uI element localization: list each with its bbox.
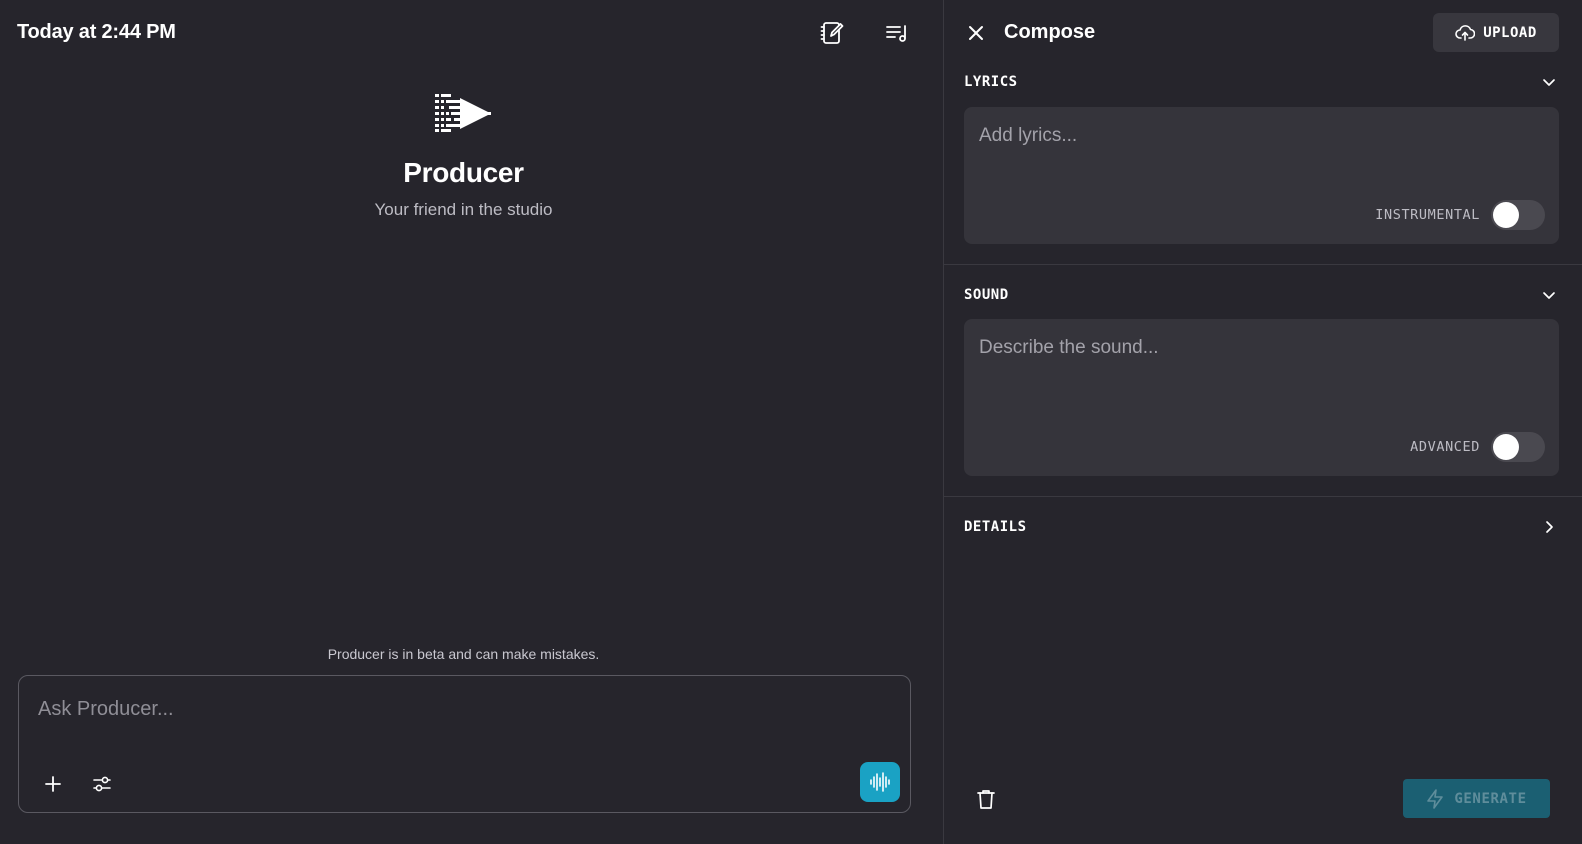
upload-label: UPLOAD bbox=[1483, 24, 1537, 41]
generate-label: GENERATE bbox=[1454, 790, 1527, 807]
beta-disclaimer: Producer is in beta and can make mistake… bbox=[327, 646, 600, 662]
close-compose-button[interactable] bbox=[960, 17, 992, 49]
advanced-label: ADVANCED bbox=[1410, 439, 1480, 455]
toggle-knob bbox=[1493, 434, 1519, 460]
sound-field-container: ADVANCED bbox=[964, 319, 1559, 476]
toggle-knob bbox=[1493, 202, 1519, 228]
lyrics-input[interactable] bbox=[979, 125, 1539, 147]
section-divider bbox=[944, 496, 1582, 497]
generate-button[interactable]: GENERATE bbox=[1403, 779, 1550, 818]
conversation-title: Today at 2:44 PM bbox=[17, 21, 176, 43]
producer-logo bbox=[435, 94, 491, 132]
instrumental-label: INSTRUMENTAL bbox=[1375, 207, 1480, 223]
playlist-button[interactable] bbox=[881, 17, 913, 49]
advanced-toggle[interactable] bbox=[1491, 432, 1545, 462]
notebook-edit-icon bbox=[820, 22, 844, 44]
playlist-music-icon bbox=[886, 25, 906, 42]
waveform-icon bbox=[870, 772, 890, 792]
cloud-upload-icon bbox=[1455, 24, 1476, 41]
lightning-icon bbox=[1427, 788, 1444, 809]
chat-panel: Today at 2:44 PM Producer Your friend in… bbox=[0, 0, 943, 844]
lyrics-section-label: LYRICS bbox=[964, 74, 1018, 90]
instrumental-toggle[interactable] bbox=[1491, 200, 1545, 230]
sound-input[interactable] bbox=[979, 337, 1539, 359]
chevron-right-icon[interactable] bbox=[1541, 519, 1557, 535]
notebook-edit-button[interactable] bbox=[816, 17, 848, 49]
compose-title: Compose bbox=[1004, 21, 1096, 43]
trash-icon[interactable] bbox=[974, 787, 998, 811]
upload-button[interactable]: UPLOAD bbox=[1433, 13, 1559, 52]
compose-panel: Compose UPLOAD LYRICS INSTRUMENTAL SOUND… bbox=[943, 0, 1582, 844]
settings-sliders-button[interactable] bbox=[86, 768, 118, 800]
voice-input-button[interactable] bbox=[860, 762, 900, 802]
advanced-toggle-row: ADVANCED bbox=[1410, 432, 1545, 462]
close-icon bbox=[969, 26, 983, 40]
chat-input[interactable] bbox=[38, 698, 838, 721]
lyrics-field-container: INSTRUMENTAL bbox=[964, 107, 1559, 244]
plus-icon bbox=[45, 776, 61, 792]
product-subtitle: Your friend in the studio bbox=[374, 200, 553, 219]
sliders-icon bbox=[93, 776, 111, 792]
instrumental-toggle-row: INSTRUMENTAL bbox=[1375, 200, 1545, 230]
sound-section-label: SOUND bbox=[964, 287, 1009, 303]
chat-composer bbox=[18, 675, 911, 813]
product-title: Producer bbox=[403, 157, 524, 188]
details-section-label: DETAILS bbox=[964, 519, 1027, 535]
section-divider bbox=[944, 264, 1582, 265]
chevron-down-icon[interactable] bbox=[1541, 287, 1557, 303]
add-attachment-button[interactable] bbox=[37, 768, 69, 800]
chevron-down-icon[interactable] bbox=[1541, 74, 1557, 90]
